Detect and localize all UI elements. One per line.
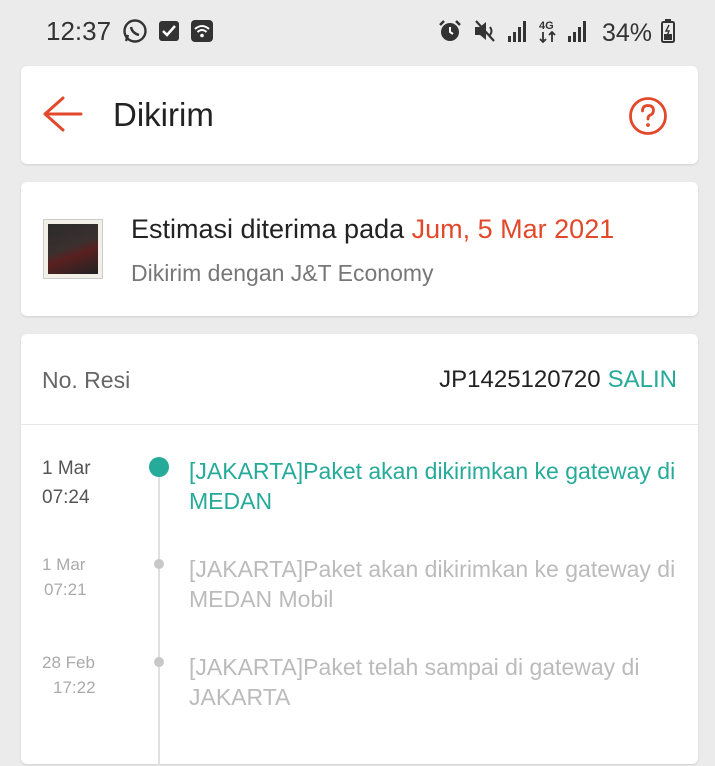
event-description: [JAKARTA]Paket akan dikirimkan ke gatewa…	[189, 458, 676, 514]
event-time: 07:24	[42, 487, 90, 508]
event-datetime: 1 Mar 07:21	[42, 552, 116, 602]
status-bar: 12:37 4G 34%	[0, 0, 715, 62]
signal-icon	[567, 19, 589, 48]
event-description: [JAKARTA]Paket akan dikirimkan ke gatewa…	[189, 556, 676, 612]
event-datetime: 28 Feb 17:22	[42, 650, 116, 700]
event-date: 28 Feb	[42, 653, 95, 672]
tracking-card: No. Resi JP1425120720 SALIN 1 Mar 07:24 […	[21, 334, 698, 766]
arrow-left-icon	[41, 96, 85, 138]
back-button[interactable]	[41, 94, 85, 134]
event-date: 1 Mar	[42, 555, 86, 574]
event-description: [JAKARTA]Paket telah sampai di gateway d…	[189, 654, 640, 710]
event-date: 1 Mar	[42, 458, 91, 479]
svg-text:4G: 4G	[539, 20, 554, 32]
4g-icon: 4G	[538, 18, 558, 49]
estimate-line: Estimasi diterima pada Jum, 5 Mar 2021	[131, 214, 614, 245]
estimate-label: Estimasi diterima pada	[131, 214, 405, 244]
delivery-estimate-card: Estimasi diterima pada Jum, 5 Mar 2021 D…	[21, 182, 698, 316]
product-thumbnail	[43, 219, 103, 279]
status-time: 12:37	[46, 16, 112, 46]
resi-value: JP1425120720 SALIN	[439, 366, 677, 394]
resi-row: No. Resi JP1425120720 SALIN	[21, 334, 698, 425]
event-datetime: 1 Mar 07:24	[42, 454, 116, 512]
event-time: 17:22	[53, 678, 96, 697]
checkbox-icon	[158, 20, 180, 47]
estimate-date: Jum, 5 Mar 2021	[411, 214, 615, 244]
whatsapp-icon	[122, 18, 148, 49]
battery-percent: 34%	[601, 19, 652, 47]
timeline-line	[158, 466, 160, 766]
help-button[interactable]	[628, 96, 668, 136]
mute-icon	[472, 18, 498, 49]
signal-icon	[507, 19, 529, 48]
event-time: 07:21	[44, 580, 87, 599]
timeline-dot	[154, 559, 164, 569]
copy-resi-button[interactable]: SALIN	[608, 366, 677, 393]
timeline-dot-active	[149, 457, 169, 477]
resi-number: JP1425120720	[439, 366, 601, 393]
battery-icon	[661, 19, 675, 48]
status-left-icons	[122, 18, 214, 49]
status-right-icons: 4G 34%	[437, 18, 675, 49]
alarm-icon	[437, 18, 463, 49]
question-circle-icon	[628, 97, 668, 140]
timeline-dot	[154, 657, 164, 667]
app-header: Dikirim	[21, 66, 698, 164]
courier-info: Dikirim dengan J&T Economy	[131, 260, 434, 286]
wifi-call-icon	[190, 19, 214, 48]
page-title: Dikirim	[113, 96, 214, 133]
resi-label: No. Resi	[42, 367, 131, 393]
